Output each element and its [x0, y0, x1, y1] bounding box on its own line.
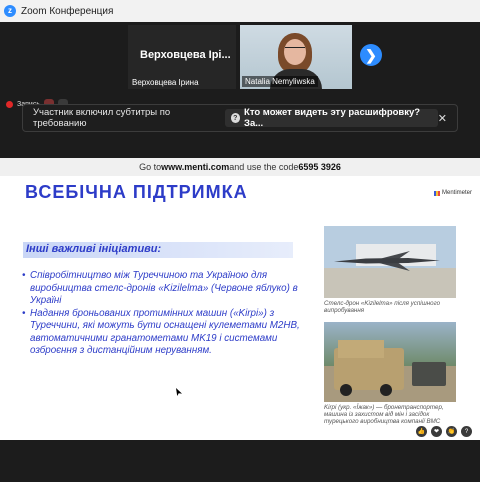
- participant-name-label: Natalia Nemyliwska: [242, 76, 318, 87]
- meeting-stage: Верховцева Ірі... Верховцева Ірина Natal…: [0, 22, 480, 482]
- vehicle-photo-caption: Kirpi (укр. «Їжак») — бронетранспортер, …: [324, 404, 444, 425]
- wheel: [340, 384, 352, 396]
- drone-photo: [324, 226, 456, 298]
- armored-vehicle-photo: [324, 322, 456, 402]
- mentimeter-brand: Mentimeter: [441, 190, 472, 196]
- window-title: Zoom Конференция: [21, 5, 114, 17]
- slide-subheading: Інші важливі ініціативи:: [26, 243, 162, 255]
- transcript-visibility-label: Кто может видеть эту расшифровку? За...: [244, 107, 421, 129]
- menti-prefix: Go to: [139, 162, 162, 172]
- captions-message: Участник включил субтитры по требованию: [33, 107, 171, 129]
- drone-photo-caption: Стелс-дрон «Kizilelma» після успішного в…: [324, 300, 441, 314]
- bullet-list: Співробітництво між Туреччиною та Україн…: [22, 270, 318, 358]
- question-icon[interactable]: ?: [461, 426, 472, 437]
- close-icon[interactable]: ✕: [438, 112, 447, 125]
- participant-tile-2[interactable]: Natalia Nemyliwska: [240, 25, 352, 89]
- bullet-item: Надання броньованих протимінних машин («…: [22, 308, 318, 358]
- vehicle-cab: [338, 340, 384, 358]
- heart-icon[interactable]: ❤: [431, 426, 442, 437]
- wheel: [380, 384, 392, 396]
- menti-code: 6595 3926: [298, 162, 341, 172]
- help-icon: ?: [230, 113, 241, 123]
- menti-url: www.menti.com: [161, 162, 230, 172]
- second-vehicle: [412, 362, 446, 386]
- participant-video-face: [284, 39, 306, 65]
- shared-screen-slide: Go to www.menti.com and use the code 659…: [0, 158, 480, 440]
- record-dot-icon: [6, 100, 13, 108]
- mentimeter-logo: Mentimeter: [433, 190, 472, 196]
- menti-mid: and use the code: [229, 162, 299, 172]
- bullet-item: Співробітництво між Туреччиною та Україн…: [22, 270, 318, 308]
- thumbs-up-icon[interactable]: 👍: [416, 426, 427, 437]
- menti-instruction-bar: Go to www.menti.com and use the code 659…: [0, 158, 480, 176]
- chevron-right-icon: ❯: [365, 46, 377, 63]
- captions-notification-banner: Участник включил субтитры по требованию …: [22, 104, 458, 132]
- clap-icon[interactable]: 👏: [446, 426, 457, 437]
- photo-ground: [324, 267, 456, 298]
- participant-video-glasses: [285, 47, 305, 51]
- participant-name-label: Верховцева Ірина: [132, 78, 199, 87]
- slide-title: ВСЕБІЧНА ПІДТРИМКА: [25, 182, 248, 202]
- next-page-button[interactable]: ❯: [360, 44, 382, 66]
- mentimeter-bars-icon: [433, 190, 440, 196]
- participant-tile-1[interactable]: Верховцева Ірі... Верховцева Ірина: [128, 25, 236, 89]
- reactions-bar: 👍 ❤ 👏 ?: [416, 426, 472, 437]
- transcript-visibility-link[interactable]: ? Кто может видеть эту расшифровку? За..…: [224, 107, 438, 129]
- window-titlebar: z Zoom Конференция: [0, 0, 480, 22]
- zoom-logo-icon: z: [4, 5, 16, 17]
- participant-display-name: Верховцева Ірі...: [140, 49, 231, 61]
